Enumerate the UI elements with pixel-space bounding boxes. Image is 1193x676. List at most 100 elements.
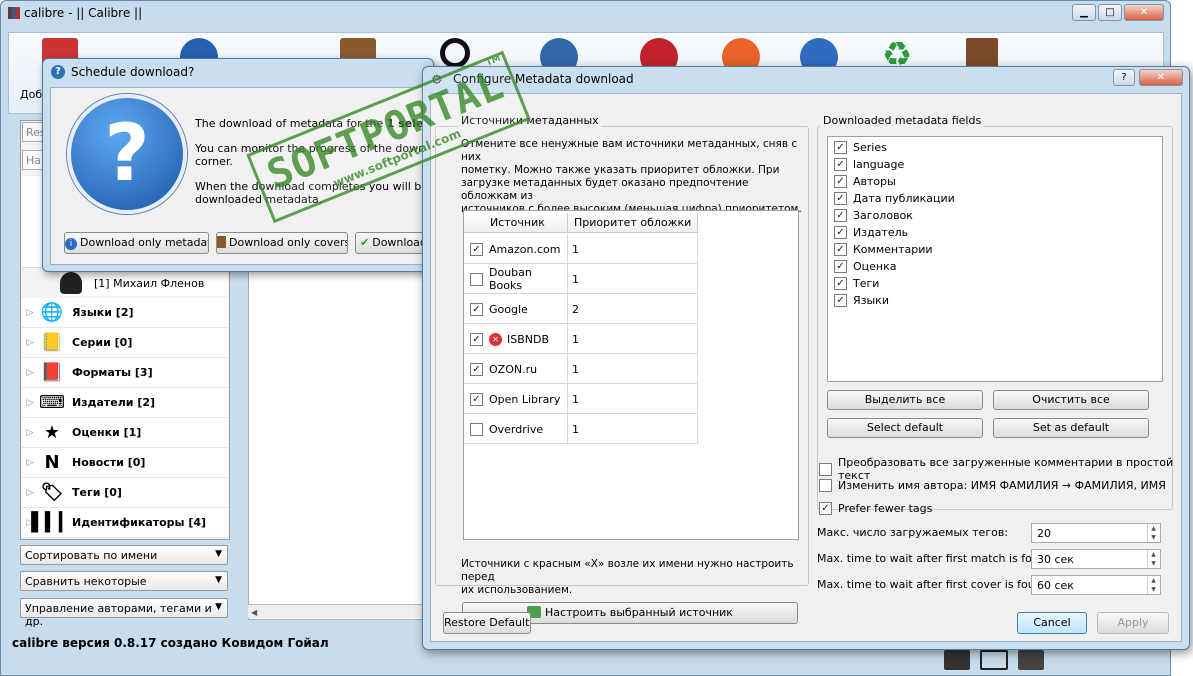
- source-checkbox[interactable]: ✓: [470, 332, 483, 346]
- source-name-cell[interactable]: ✓ ✕ ISBNDB: [464, 324, 568, 354]
- spin-arrows-icon[interactable]: ▲ ▼: [1147, 550, 1159, 568]
- tree-node[interactable]: ▷ N Новости [0]: [22, 448, 228, 478]
- source-name-cell[interactable]: ✓ Amazon.com: [464, 234, 568, 264]
- fields-list[interactable]: ✓ Series ✓ language ✓ Авторы ✓ Дата публикации ✓…: [827, 136, 1163, 382]
- tree-node[interactable]: ▷ ▌▍▎ Идентификаторы [4]: [22, 508, 228, 538]
- priority-cell[interactable]: 1: [568, 414, 698, 444]
- table-row[interactable]: ✓ Open Library 1: [464, 384, 698, 414]
- priority-cell[interactable]: 1: [568, 384, 698, 414]
- maximize-button[interactable]: □: [1098, 4, 1122, 21]
- table-row[interactable]: Douban Books 1: [464, 264, 698, 294]
- expand-arrow-icon[interactable]: ▷: [22, 338, 38, 348]
- tree-node[interactable]: ▷ ★ Оценки [1]: [22, 418, 228, 448]
- clear-all-button[interactable]: Очистить все: [993, 390, 1149, 410]
- status-icon-3[interactable]: [1018, 650, 1044, 670]
- cancel-button[interactable]: Cancel: [1017, 612, 1087, 634]
- close-button[interactable]: ✕: [1124, 4, 1164, 21]
- spin-arrows-icon[interactable]: ▲ ▼: [1147, 576, 1159, 594]
- expand-arrow-icon[interactable]: ▷: [22, 458, 38, 468]
- priority-cell[interactable]: 1: [568, 354, 698, 384]
- list-item[interactable]: ✓ Дата публикации: [828, 190, 1162, 207]
- download-only-metadata-button[interactable]: i Download only metadata: [64, 232, 209, 254]
- field-checkbox[interactable]: ✓: [834, 277, 847, 290]
- restore-defaults-button[interactable]: Restore Defaults: [443, 612, 531, 634]
- table-row[interactable]: Overdrive 1: [464, 414, 698, 444]
- manage-combo[interactable]: Управление авторами, тегами и др. ▼: [20, 598, 228, 628]
- match-combo[interactable]: Сравнить некоторые ▼: [20, 571, 228, 591]
- source-checkbox[interactable]: ✓: [470, 362, 483, 376]
- list-item[interactable]: ✓ Оценка: [828, 258, 1162, 275]
- dialog-close-button[interactable]: ✕: [1139, 69, 1183, 86]
- help-title-button[interactable]: ?: [1113, 69, 1135, 86]
- table-row[interactable]: ✓ ✕ ISBNDB 1: [464, 324, 698, 354]
- field-checkbox[interactable]: ✓: [834, 260, 847, 273]
- priority-cell[interactable]: 1: [568, 234, 698, 264]
- table-row[interactable]: ✓ Amazon.com 1: [464, 234, 698, 264]
- list-item[interactable]: ✓ Series: [828, 139, 1162, 156]
- field-checkbox[interactable]: ✓: [834, 158, 847, 171]
- list-item[interactable]: ✓ Теги: [828, 275, 1162, 292]
- tree-node[interactable]: ▷ 📒 Серии [0]: [22, 328, 228, 358]
- convert-comments-checkbox[interactable]: [819, 462, 832, 476]
- sources-table[interactable]: Источник Приоритет обложки ✓ Amazon.com 1 D…: [463, 210, 799, 540]
- swap-author-checkbox[interactable]: [819, 479, 832, 492]
- expand-arrow-icon[interactable]: ▷: [22, 308, 38, 318]
- select-default-button[interactable]: Select default: [827, 418, 983, 438]
- minimize-button[interactable]: ▁: [1072, 4, 1096, 21]
- field-checkbox[interactable]: ✓: [834, 294, 847, 307]
- author-node[interactable]: [1] Михаил Фленов: [60, 270, 228, 296]
- view-icon[interactable]: [440, 38, 470, 68]
- tree-node[interactable]: ▷ 🌐 Языки [2]: [22, 298, 228, 328]
- list-item[interactable]: ✓ Языки: [828, 292, 1162, 309]
- priority-cell[interactable]: 1: [568, 264, 698, 294]
- priority-cell[interactable]: 1: [568, 324, 698, 354]
- source-checkbox[interactable]: [470, 272, 483, 286]
- list-item[interactable]: ✓ Авторы: [828, 173, 1162, 190]
- status-icon-2[interactable]: [980, 650, 1008, 670]
- col-priority-header[interactable]: Приоритет обложки: [568, 213, 698, 233]
- field-checkbox[interactable]: ✓: [834, 175, 847, 188]
- expand-arrow-icon[interactable]: ▷: [22, 398, 38, 408]
- expand-arrow-icon[interactable]: ▷: [22, 368, 38, 378]
- select-all-button[interactable]: Выделить все: [827, 390, 983, 410]
- expand-arrow-icon[interactable]: ▷: [22, 428, 38, 438]
- priority-cell[interactable]: 2: [568, 294, 698, 324]
- source-name-cell[interactable]: ✓ Google: [464, 294, 568, 324]
- fewer-tags-option[interactable]: ✓ Prefer fewer tags: [819, 502, 932, 515]
- tree-node[interactable]: ▷ ⌨ Издатели [2]: [22, 388, 228, 418]
- col-source-header[interactable]: Источник: [464, 213, 568, 233]
- set-as-default-button[interactable]: Set as default: [993, 418, 1149, 438]
- field-checkbox[interactable]: ✓: [834, 192, 847, 205]
- field-checkbox[interactable]: ✓: [834, 141, 847, 154]
- field-checkbox[interactable]: ✓: [834, 243, 847, 256]
- list-item[interactable]: ✓ language: [828, 156, 1162, 173]
- field-checkbox[interactable]: ✓: [834, 209, 847, 222]
- list-item[interactable]: ✓ Издатель: [828, 224, 1162, 241]
- tree-node[interactable]: ▷ 📕 Форматы [3]: [22, 358, 228, 388]
- spin-arrows-icon[interactable]: ▲ ▼: [1147, 524, 1159, 542]
- field-checkbox[interactable]: ✓: [834, 226, 847, 239]
- source-name-cell[interactable]: ✓ OZON.ru: [464, 354, 568, 384]
- expand-arrow-icon[interactable]: ▷: [22, 488, 38, 498]
- list-item[interactable]: ✓ Заголовок: [828, 207, 1162, 224]
- list-item[interactable]: ✓ Комментарии: [828, 241, 1162, 258]
- source-checkbox[interactable]: [470, 422, 483, 436]
- table-row[interactable]: ✓ Google 2: [464, 294, 698, 324]
- source-name-cell[interactable]: ✓ Open Library: [464, 384, 568, 414]
- tree-node[interactable]: ▷ 🏷 Теги [0]: [22, 478, 228, 508]
- source-checkbox[interactable]: ✓: [470, 392, 483, 406]
- wait-match-spinbox[interactable]: 30 сек ▲ ▼: [1031, 549, 1161, 569]
- max-tags-spinbox[interactable]: 20 ▲ ▼: [1031, 523, 1161, 543]
- book-list[interactable]: [248, 270, 424, 620]
- download-only-covers-button[interactable]: Download only covers: [216, 232, 348, 254]
- table-row[interactable]: ✓ OZON.ru 1: [464, 354, 698, 384]
- source-name-cell[interactable]: Douban Books: [464, 264, 568, 294]
- fewer-tags-checkbox[interactable]: ✓: [819, 502, 832, 515]
- wait-cover-spinbox[interactable]: 60 сек ▲ ▼: [1031, 575, 1161, 595]
- apply-button[interactable]: Apply: [1097, 612, 1169, 634]
- sort-by-combo[interactable]: Сортировать по имени ▼: [20, 545, 228, 565]
- horizontal-scrollbar[interactable]: ◀: [248, 604, 424, 618]
- source-checkbox[interactable]: ✓: [470, 242, 483, 256]
- status-icon-1[interactable]: [944, 650, 970, 670]
- swap-author-option[interactable]: Изменить имя автора: ИМЯ ФАМИЛИЯ → ФАМИЛ…: [819, 479, 1166, 492]
